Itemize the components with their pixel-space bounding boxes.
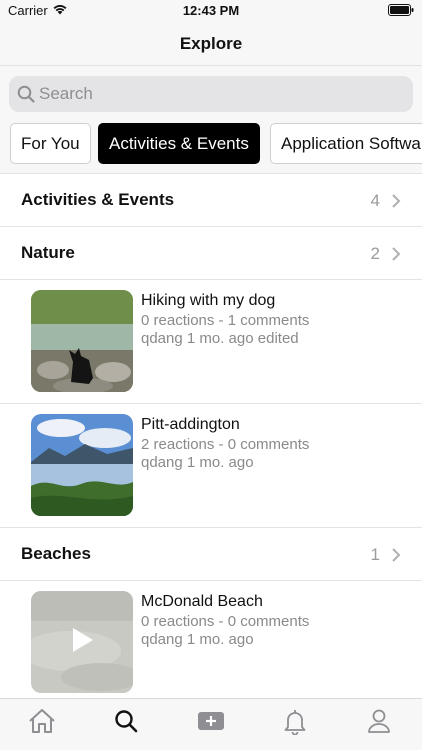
search-area bbox=[0, 66, 422, 118]
post-title: Pitt-addington bbox=[141, 416, 240, 433]
post-stats: 0 reactions - 1 comments bbox=[141, 312, 310, 329]
search-icon bbox=[17, 85, 35, 103]
search-box[interactable] bbox=[9, 76, 413, 112]
chevron-right-icon bbox=[392, 247, 401, 261]
chip-for-you[interactable]: For You bbox=[10, 123, 91, 164]
status-bar: Carrier 12:43 PM bbox=[0, 0, 422, 22]
clock-label: 12:43 PM bbox=[182, 3, 240, 18]
section-title: Nature bbox=[21, 243, 75, 262]
section-title: Beaches bbox=[21, 544, 91, 563]
section-beaches[interactable]: Beaches 1 bbox=[0, 528, 422, 581]
search-input[interactable] bbox=[39, 76, 399, 112]
profile-icon[interactable] bbox=[364, 707, 394, 735]
post-thumbnail-dog bbox=[31, 290, 133, 392]
tab-bar bbox=[0, 698, 422, 750]
page-title: Explore bbox=[179, 34, 243, 53]
post-thumbnail-lake bbox=[31, 414, 133, 516]
play-icon[interactable] bbox=[71, 626, 95, 654]
home-icon[interactable] bbox=[27, 707, 57, 735]
chip-activities-events[interactable]: Activities & Events bbox=[98, 123, 260, 164]
chip-application-software[interactable]: Application Softwa bbox=[270, 123, 422, 164]
section-title: Activities & Events bbox=[21, 190, 175, 209]
chevron-right-icon bbox=[392, 548, 401, 562]
section-count: 4 bbox=[370, 191, 380, 210]
post-stats: 0 reactions - 0 comments bbox=[141, 613, 310, 630]
section-count: 1 bbox=[370, 545, 380, 564]
explore-list: Activities & Events 4 Nature 2 Hiking wi bbox=[0, 174, 422, 698]
post-author-time: qdang 1 mo. ago bbox=[141, 454, 254, 471]
post-item[interactable]: McDonald Beach 0 reactions - 0 comments … bbox=[0, 581, 422, 698]
post-item[interactable]: Hiking with my dog 0 reactions - 1 comme… bbox=[0, 280, 422, 404]
section-activities-events[interactable]: Activities & Events 4 bbox=[0, 174, 422, 227]
post-author-time: qdang 1 mo. ago edited bbox=[141, 330, 299, 347]
chevron-right-icon bbox=[392, 194, 401, 208]
section-nature[interactable]: Nature 2 bbox=[0, 227, 422, 280]
post-stats: 2 reactions - 0 comments bbox=[141, 436, 310, 453]
post-author-time: qdang 1 mo. ago bbox=[141, 631, 254, 648]
post-item[interactable]: Pitt-addington 2 reactions - 0 comments … bbox=[0, 404, 422, 528]
post-title: McDonald Beach bbox=[141, 593, 263, 610]
category-chips: For You Activities & Events Application … bbox=[0, 118, 422, 174]
battery-icon bbox=[388, 4, 414, 16]
section-count: 2 bbox=[370, 244, 380, 263]
bell-icon[interactable] bbox=[280, 707, 310, 735]
post-title: Hiking with my dog bbox=[141, 292, 276, 309]
navigation-bar: Explore bbox=[0, 22, 422, 66]
explore-search-icon[interactable] bbox=[112, 707, 142, 735]
add-post-icon[interactable] bbox=[196, 707, 226, 735]
